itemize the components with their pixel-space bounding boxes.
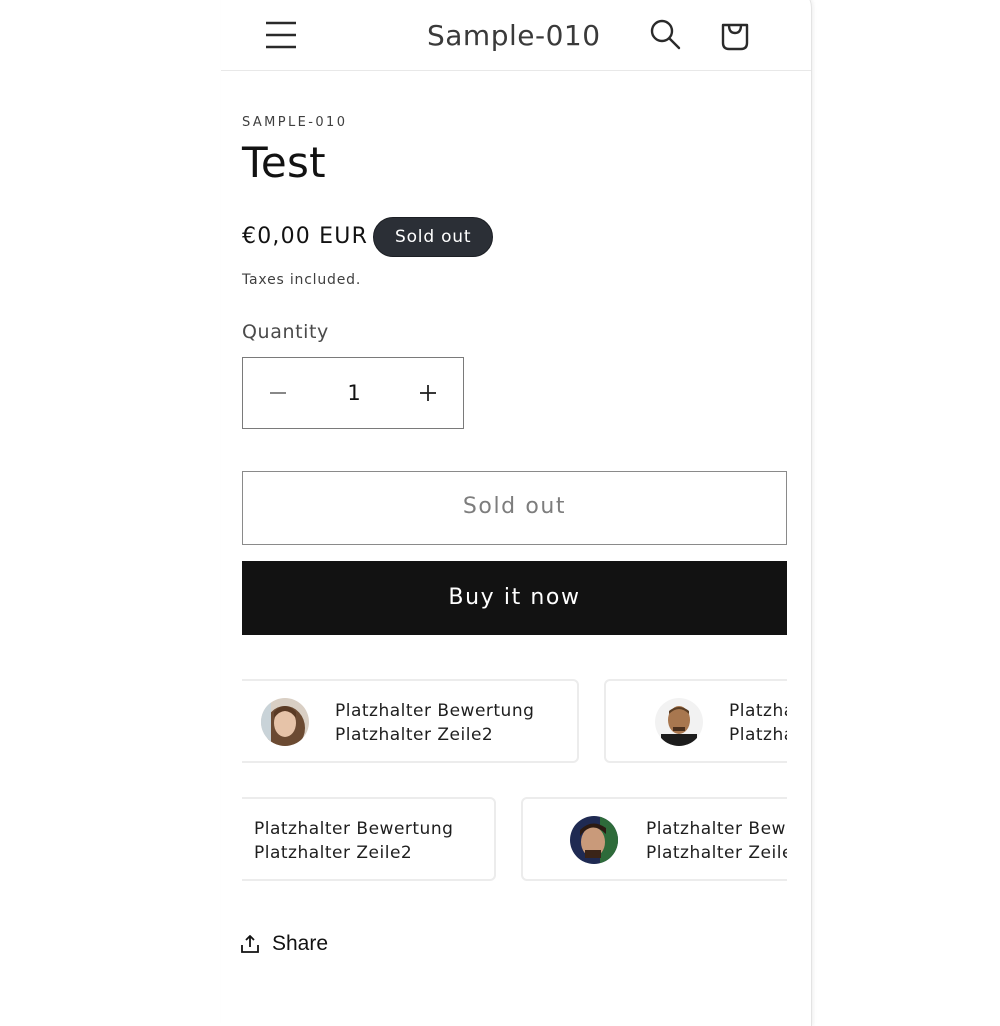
cart-button[interactable] <box>719 17 751 51</box>
reviews-carousel-row: Platzhalter Bewertung Platzhalter Zeile2… <box>242 679 787 769</box>
sold-out-badge: Sold out <box>373 217 494 257</box>
reviewer-avatar <box>570 816 618 864</box>
search-button[interactable] <box>649 18 681 50</box>
review-text: Platzhalter Bewertung Platzhalter Zeile2 <box>335 699 534 747</box>
sold-out-button[interactable]: Sold out <box>242 471 787 545</box>
reviewer-avatar-image <box>261 698 309 746</box>
review-card[interactable]: Platzhalter Bewertung Platzhalter Zeile2 <box>242 679 579 763</box>
review-line-1: Platzhalter Bewertung <box>335 701 535 721</box>
site-header: Sample-010 <box>221 0 811 71</box>
cart-bag-icon <box>721 23 749 51</box>
review-line-2: Platzhalter Zeile2 <box>729 725 787 745</box>
reviewer-avatar-image <box>655 698 703 746</box>
review-line-2: Platzhalter Zeile2 <box>646 843 787 863</box>
product-vendor: SAMPLE-010 <box>242 115 348 130</box>
review-line-1: Platzhalter Bewertung <box>254 819 454 839</box>
share-label: Share <box>272 932 329 955</box>
quantity-input[interactable] <box>313 358 395 428</box>
share-button[interactable]: Share <box>240 932 328 956</box>
product-price: €0,00 EUR <box>242 224 369 249</box>
review-line-2: Platzhalter Zeile2 <box>254 843 413 863</box>
share-upload-icon <box>241 935 259 953</box>
tax-note: Taxes included. <box>242 272 362 288</box>
product-title: Test <box>242 138 326 187</box>
site-title[interactable]: Sample-010 <box>427 19 603 52</box>
reviews-carousel-row: Platzhalter Bewertung Platzhalter Zeile2… <box>242 797 787 887</box>
minus-icon <box>270 392 286 394</box>
quantity-decrease-button[interactable] <box>243 358 313 428</box>
quantity-label: Quantity <box>242 321 329 343</box>
review-line-1: Platzhalter Bewertung <box>729 701 787 721</box>
reviewer-avatar <box>261 698 309 746</box>
reviewer-avatar <box>655 698 703 746</box>
review-card[interactable]: Platzhalter Bewertung Platzhalter Zeile2 <box>521 797 787 881</box>
quantity-increase-button[interactable] <box>393 358 463 428</box>
reviewer-avatar-image <box>570 816 618 864</box>
product-page: Sample-010 SAMPLE-010 Test €0,00 EUR Sol… <box>221 0 812 1026</box>
review-card[interactable]: Platzhalter Bewertung Platzhalter Zeile2 <box>604 679 787 763</box>
review-card[interactable]: Platzhalter Bewertung Platzhalter Zeile2 <box>242 797 496 881</box>
menu-button[interactable] <box>265 20 297 50</box>
review-line-1: Platzhalter Bewertung <box>646 819 787 839</box>
review-text: Platzhalter Bewertung Platzhalter Zeile2 <box>729 699 787 747</box>
buy-now-button[interactable]: Buy it now <box>242 561 787 635</box>
review-text: Platzhalter Bewertung Platzhalter Zeile2 <box>254 817 453 865</box>
hamburger-menu-icon <box>266 21 296 49</box>
plus-icon <box>420 385 436 401</box>
review-line-2: Platzhalter Zeile2 <box>335 725 494 745</box>
review-text: Platzhalter Bewertung Platzhalter Zeile2 <box>646 817 787 865</box>
quantity-stepper <box>242 357 464 429</box>
search-icon <box>650 19 681 50</box>
